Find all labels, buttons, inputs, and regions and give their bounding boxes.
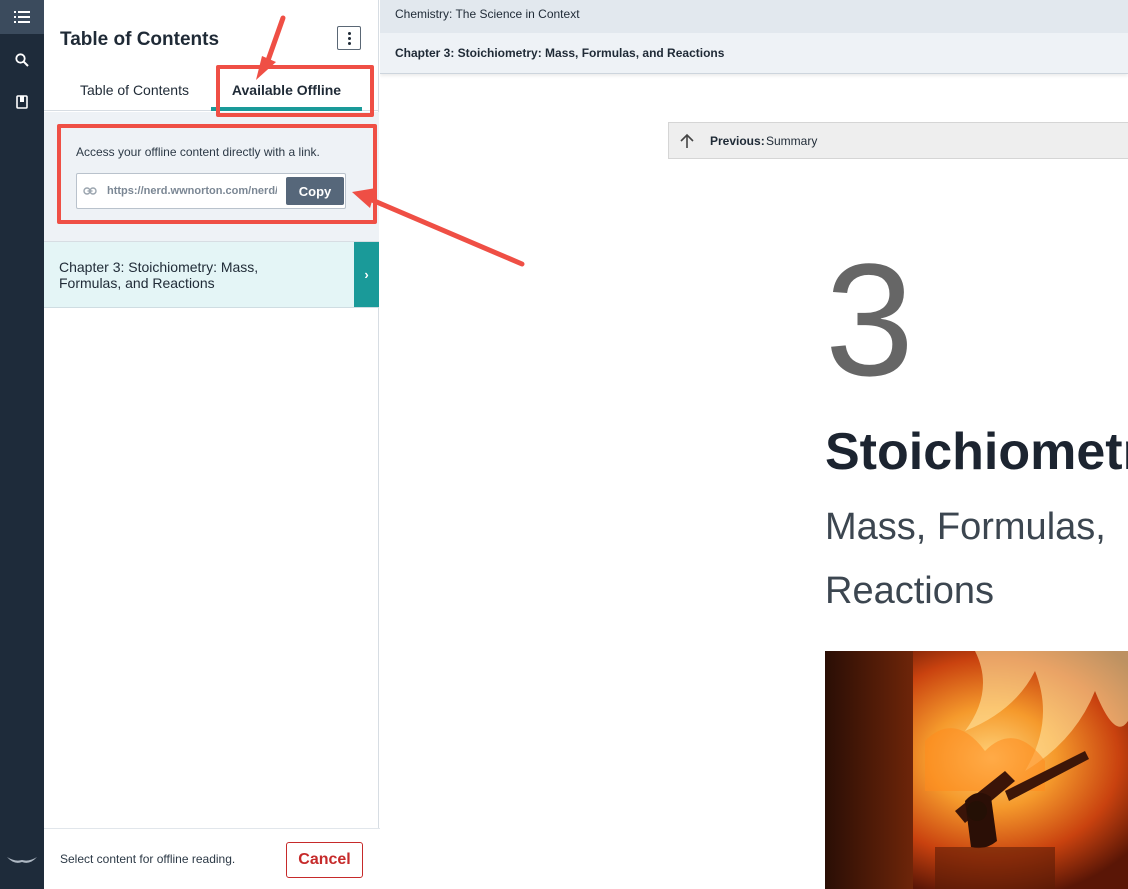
kebab-dot bbox=[347, 36, 351, 40]
chapter-number: 3 bbox=[825, 230, 914, 409]
tab-table-of-contents[interactable]: Table of Contents bbox=[62, 70, 207, 110]
chapter-subtitle: Mass, Formulas, Reactions bbox=[825, 495, 1128, 623]
icon-rail bbox=[0, 0, 44, 889]
chapter-list-item[interactable]: Chapter 3: Stoichiometry: Mass, Formulas… bbox=[44, 242, 379, 308]
search-icon bbox=[15, 53, 29, 67]
link-icon bbox=[83, 187, 97, 195]
chapter-subtitle-line: Reactions bbox=[825, 570, 994, 612]
more-options-button[interactable] bbox=[337, 26, 361, 50]
norton-logo bbox=[7, 857, 37, 863]
offline-link-input[interactable] bbox=[107, 182, 277, 200]
sidebar-tabs: Table of Contents Available Offline bbox=[44, 70, 379, 111]
tab-available-offline[interactable]: Available Offline bbox=[211, 70, 362, 111]
search-rail-button[interactable] bbox=[0, 43, 44, 77]
copy-button[interactable]: Copy bbox=[286, 177, 344, 205]
chapter-title: Stoichiometr bbox=[825, 423, 1128, 481]
breadcrumb-book-bar: Chemistry: The Science in Context bbox=[380, 0, 1128, 33]
bookmark-icon bbox=[16, 95, 28, 109]
offline-link-panel: Access your offline content directly wit… bbox=[44, 112, 379, 242]
offline-link-box: Copy bbox=[76, 173, 346, 209]
previous-label: Previous: bbox=[710, 134, 765, 148]
footer-instruction: Select content for offline reading. bbox=[60, 852, 236, 866]
reader-main: Chemistry: The Science in Context Chapte… bbox=[380, 0, 1128, 889]
chapter-subtitle-line: Mass, Formulas, bbox=[825, 506, 1106, 548]
chapter-photo bbox=[825, 651, 1128, 889]
chevron-right-icon[interactable]: › bbox=[354, 242, 379, 307]
chapter-item-label: Chapter 3: Stoichiometry: Mass, Formulas… bbox=[59, 259, 259, 291]
previous-value: Summary bbox=[766, 134, 818, 148]
breadcrumb-chapter-bar: Chapter 3: Stoichiometry: Mass, Formulas… bbox=[380, 33, 1128, 74]
kebab-dot bbox=[347, 31, 351, 35]
sidebar-title: Table of Contents bbox=[60, 29, 220, 50]
toc-rail-button[interactable] bbox=[0, 0, 44, 34]
offline-description: Access your offline content directly wit… bbox=[76, 145, 320, 159]
bookmark-rail-button[interactable] bbox=[0, 85, 44, 119]
cancel-button[interactable]: Cancel bbox=[286, 842, 363, 878]
toc-sidebar: Table of Contents Table of Contents Avai… bbox=[44, 0, 380, 889]
sidebar-footer: Select content for offline reading. Canc… bbox=[44, 828, 380, 889]
previous-section-link[interactable]: Previous: Summary bbox=[668, 122, 1128, 159]
arrow-up-icon bbox=[680, 133, 694, 148]
kebab-dot bbox=[347, 41, 351, 45]
list-icon bbox=[14, 11, 30, 23]
breadcrumb-book[interactable]: Chemistry: The Science in Context bbox=[395, 7, 580, 21]
breadcrumb-chapter[interactable]: Chapter 3: Stoichiometry: Mass, Formulas… bbox=[395, 46, 724, 60]
